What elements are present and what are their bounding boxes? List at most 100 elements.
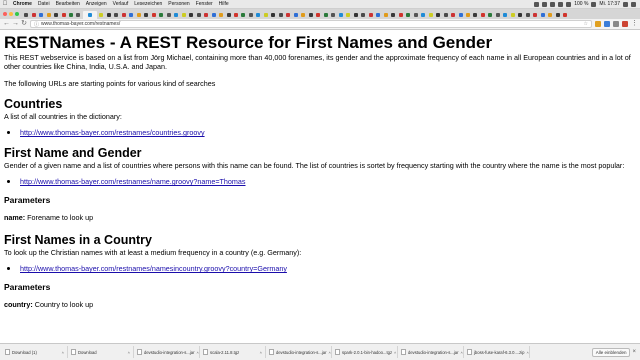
browser-tab[interactable] (255, 11, 261, 19)
extension-icon[interactable] (622, 21, 628, 27)
download-item[interactable]: Download ˄ (68, 346, 134, 358)
browser-tab[interactable] (166, 11, 172, 19)
apple-menu-icon[interactable]:  (0, 1, 10, 7)
download-item[interactable]: spark-2.0.1-bin-hadoo...tgz ˄ (332, 346, 398, 358)
close-downloads-bar-icon[interactable]: × (630, 349, 638, 355)
browser-tab[interactable] (525, 11, 531, 19)
browser-tab[interactable] (203, 11, 209, 19)
address-bar[interactable]: ⓘ www.thomas-bayer.com/restnames/ ☆ (30, 20, 592, 28)
browser-tab[interactable] (75, 11, 81, 19)
browser-tab[interactable] (68, 11, 74, 19)
download-item[interactable]: devstudio-integration-s...jar ˄ (266, 346, 332, 358)
browser-tab[interactable] (368, 11, 374, 19)
browser-tab[interactable] (375, 11, 381, 19)
browser-tab[interactable] (442, 11, 448, 19)
countries-link[interactable]: http://www.thomas-bayer.com/restnames/co… (20, 128, 205, 137)
browser-tab[interactable] (143, 11, 149, 19)
bluetooth-icon[interactable] (550, 1, 556, 7)
browser-tab[interactable] (315, 11, 321, 19)
browser-tab[interactable] (338, 11, 344, 19)
browser-tab[interactable] (121, 11, 127, 19)
chrome-menu-icon[interactable]: ⋮ (631, 19, 638, 29)
notification-center-icon[interactable] (631, 1, 636, 7)
menu-fenster[interactable]: Fenster (193, 1, 216, 7)
download-item[interactable]: jboss-fuse-karaf-6.3.0....zip ˄ (464, 346, 530, 358)
cloud-icon[interactable] (542, 1, 548, 7)
browser-tab[interactable] (293, 11, 299, 19)
download-options-icon[interactable]: ˄ (197, 350, 199, 355)
menu-anzeigen[interactable]: Anzeigen (83, 1, 110, 7)
browser-tab[interactable] (353, 11, 359, 19)
browser-tab[interactable] (435, 11, 441, 19)
browser-tab[interactable] (413, 11, 419, 19)
browser-tab[interactable] (487, 11, 493, 19)
bookmark-star-icon[interactable]: ☆ (584, 21, 588, 27)
download-options-icon[interactable]: ˄ (461, 350, 463, 355)
reload-icon[interactable]: ↻ (21, 19, 27, 29)
menu-verlauf[interactable]: Verlauf (110, 1, 132, 7)
zoom-window-icon[interactable] (15, 12, 19, 16)
browser-tab[interactable] (128, 11, 134, 19)
browser-tab[interactable] (405, 11, 411, 19)
spotlight-search-icon[interactable] (623, 1, 628, 7)
browser-tab[interactable] (420, 11, 426, 19)
browser-tab[interactable] (30, 11, 36, 19)
dropbox-icon[interactable] (534, 1, 540, 7)
minimize-window-icon[interactable] (9, 12, 13, 16)
download-options-icon[interactable]: ˄ (394, 350, 396, 355)
browser-tab[interactable] (278, 11, 284, 19)
browser-tab[interactable] (457, 11, 463, 19)
menu-bearbeiten[interactable]: Bearbeiten (53, 1, 83, 7)
browser-tab[interactable] (510, 11, 516, 19)
menu-chrome[interactable]: Chrome (10, 1, 35, 7)
browser-tab[interactable] (151, 11, 157, 19)
menu-personen[interactable]: Personen (165, 1, 192, 7)
close-window-icon[interactable] (3, 12, 7, 16)
browser-tab[interactable] (398, 11, 404, 19)
extension-icon[interactable] (604, 21, 610, 27)
show-all-downloads-button[interactable]: Alle einblenden (591, 347, 631, 357)
page-info-icon[interactable]: ⓘ (34, 21, 39, 28)
browser-tab[interactable] (225, 11, 231, 19)
browser-tab[interactable] (173, 11, 179, 19)
browser-tab[interactable] (218, 11, 224, 19)
browser-tab[interactable] (562, 11, 568, 19)
browser-tab[interactable] (263, 11, 269, 19)
menu-datei[interactable]: Datei (35, 1, 53, 7)
browser-tab[interactable] (383, 11, 389, 19)
browser-tab[interactable] (106, 11, 112, 19)
browser-tab[interactable] (195, 11, 201, 19)
menu-hilfe[interactable]: Hilfe (216, 1, 232, 7)
download-item[interactable]: Download (1) ˄ (2, 346, 68, 358)
extension-icon[interactable] (595, 21, 601, 27)
browser-tab[interactable] (360, 11, 366, 19)
browser-tab[interactable] (60, 11, 66, 19)
name-gender-link[interactable]: http://www.thomas-bayer.com/restnames/na… (20, 177, 246, 186)
browser-tab[interactable] (45, 11, 51, 19)
browser-tab[interactable] (233, 11, 239, 19)
browser-tab[interactable] (210, 11, 216, 19)
download-options-icon[interactable]: ˄ (527, 350, 529, 355)
download-options-icon[interactable]: ˄ (260, 350, 262, 355)
browser-tab[interactable] (472, 11, 478, 19)
extension-icon[interactable] (613, 21, 619, 27)
battery-level[interactable]: 100 % (574, 1, 588, 7)
download-options-icon[interactable]: ˄ (329, 350, 331, 355)
download-item[interactable]: scala-2.11.8.tgz ˄ (200, 346, 266, 358)
browser-tab[interactable] (345, 11, 351, 19)
browser-tab[interactable] (323, 11, 329, 19)
browser-tab[interactable] (181, 11, 187, 19)
browser-tab[interactable] (495, 11, 501, 19)
browser-tab[interactable] (136, 11, 142, 19)
browser-tab[interactable] (532, 11, 538, 19)
download-options-icon[interactable]: ˄ (128, 350, 130, 355)
browser-tab[interactable] (465, 11, 471, 19)
wifi-icon[interactable] (558, 1, 564, 7)
browser-tab[interactable] (98, 11, 104, 19)
browser-tab[interactable] (517, 11, 523, 19)
names-in-country-link[interactable]: http://www.thomas-bayer.com/restnames/na… (20, 264, 287, 273)
download-item[interactable]: devstudio-integration-s...jar ˄ (134, 346, 200, 358)
browser-tab[interactable] (82, 11, 97, 19)
browser-tab[interactable] (300, 11, 306, 19)
browser-tab[interactable] (53, 11, 59, 19)
